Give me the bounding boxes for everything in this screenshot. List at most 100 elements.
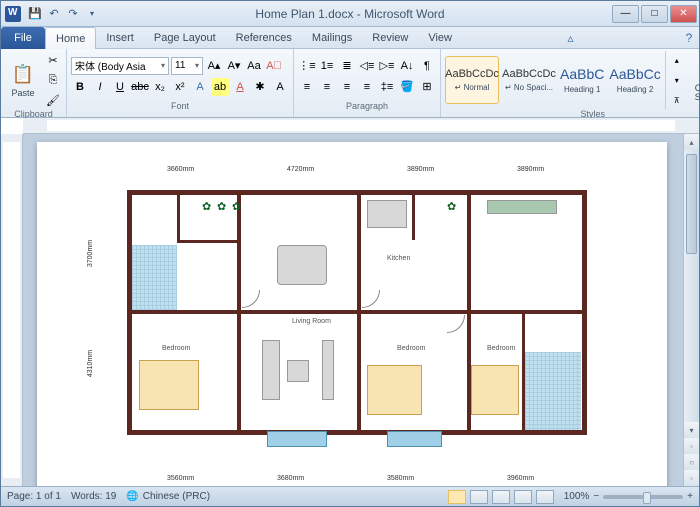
dec-indent-icon[interactable]: ◁≡: [358, 57, 376, 75]
borders-icon[interactable]: ⊞: [418, 78, 436, 96]
grow-font-icon[interactable]: A▴: [205, 57, 223, 75]
app-window: 💾 ↶ ↷ ▾ Home Plan 1.docx - Microsoft Wor…: [0, 0, 700, 507]
line-spacing-icon[interactable]: ‡≡: [378, 78, 396, 96]
vertical-ruler[interactable]: [1, 134, 23, 486]
group-paragraph: ⋮≡ 1≡ ≣ ◁≡ ▷≡ A↓ ¶ ≡ ≡ ≡ ≡ ‡≡ 🪣: [294, 49, 441, 117]
scroll-thumb[interactable]: [686, 154, 697, 254]
qat-dropdown-icon[interactable]: ▾: [84, 6, 100, 22]
word-count[interactable]: Words: 19: [71, 491, 116, 502]
wall: [412, 190, 415, 240]
zoom-out-icon[interactable]: −: [593, 491, 599, 502]
dim-top-2: 4720mm: [287, 166, 314, 173]
font-family-combo[interactable]: 宋体 (Body Asia▾: [71, 57, 169, 75]
vertical-scrollbar[interactable]: ▴ ▾ ◦ ○ ◦: [683, 134, 699, 486]
font-color-icon[interactable]: A: [231, 78, 249, 96]
change-case-icon[interactable]: Aa: [245, 57, 263, 75]
minimize-button[interactable]: —: [612, 5, 639, 23]
kitchen-counter: [487, 200, 557, 214]
close-button[interactable]: ✕: [670, 5, 697, 23]
tab-mailings[interactable]: Mailings: [302, 27, 362, 49]
statusbar: Page: 1 of 1 Words: 19 🌐Chinese (PRC) 10…: [1, 486, 699, 506]
redo-icon[interactable]: ↷: [65, 6, 81, 22]
char-border-icon[interactable]: A: [271, 78, 289, 96]
browse-icon[interactable]: ○: [684, 454, 699, 470]
page: 3660mm 4720mm 3890mm 3890mm 3560mm 3680m…: [37, 142, 667, 486]
maximize-button[interactable]: □: [641, 5, 668, 23]
style-heading1[interactable]: AaBbC Heading 1: [559, 56, 605, 104]
print-layout-icon[interactable]: [448, 490, 466, 504]
bathroom-tile: [132, 245, 177, 310]
tab-review[interactable]: Review: [362, 27, 418, 49]
help-icon[interactable]: ?: [679, 27, 699, 48]
inc-indent-icon[interactable]: ▷≡: [378, 57, 396, 75]
paste-button[interactable]: 📋 Paste: [5, 60, 41, 100]
zoom-in-icon[interactable]: +: [687, 491, 693, 502]
prev-page-icon[interactable]: ◦: [684, 438, 699, 454]
multilevel-icon[interactable]: ≣: [338, 57, 356, 75]
draft-icon[interactable]: [536, 490, 554, 504]
fullscreen-reading-icon[interactable]: [470, 490, 488, 504]
room-label: Living Room: [292, 318, 331, 325]
clear-format-icon[interactable]: A⃠: [265, 57, 283, 75]
ribbon-minimize-icon[interactable]: ▵: [561, 27, 581, 48]
phonetic-icon[interactable]: ✱: [251, 78, 269, 96]
format-painter-icon[interactable]: 🖌: [44, 91, 62, 109]
highlight-icon[interactable]: ab: [211, 78, 229, 96]
font-size-combo[interactable]: 11▾: [171, 57, 203, 75]
view-zoom-group: 100% − +: [448, 490, 693, 504]
align-right-icon[interactable]: ≡: [338, 78, 356, 96]
undo-icon[interactable]: ↶: [46, 6, 62, 22]
style-heading2[interactable]: AaBbCc Heading 2: [608, 56, 661, 104]
save-icon[interactable]: 💾: [27, 6, 43, 22]
copy-icon[interactable]: ⎘: [44, 71, 62, 89]
text-effects-icon[interactable]: A: [191, 78, 209, 96]
change-styles-button[interactable]: Ꭿ Change Styles: [689, 56, 700, 104]
subscript-icon[interactable]: x₂: [151, 78, 169, 96]
numbering-icon[interactable]: 1≡: [318, 57, 336, 75]
tab-page-layout[interactable]: Page Layout: [144, 27, 226, 49]
bullets-icon[interactable]: ⋮≡: [298, 57, 316, 75]
page-viewport[interactable]: 3660mm 4720mm 3890mm 3890mm 3560mm 3680m…: [23, 134, 683, 486]
tab-home[interactable]: Home: [45, 27, 96, 49]
align-center-icon[interactable]: ≡: [318, 78, 336, 96]
window: [387, 431, 442, 447]
italic-icon[interactable]: I: [91, 78, 109, 96]
zoom-level[interactable]: 100%: [564, 491, 590, 502]
underline-icon[interactable]: U: [111, 78, 129, 96]
wall: [467, 190, 471, 314]
strike-icon[interactable]: abc: [131, 78, 149, 96]
outline-icon[interactable]: [514, 490, 532, 504]
style-expand-icon[interactable]: ⊼: [668, 91, 686, 109]
tab-references[interactable]: References: [226, 27, 302, 49]
justify-icon[interactable]: ≡: [358, 78, 376, 96]
align-left-icon[interactable]: ≡: [298, 78, 316, 96]
horizontal-ruler[interactable]: [23, 118, 699, 134]
tab-file[interactable]: File: [1, 27, 45, 49]
next-page-icon[interactable]: ◦: [684, 470, 699, 486]
scroll-down-icon[interactable]: ▾: [684, 422, 699, 438]
style-normal[interactable]: AaBbCcDc ↵ Normal: [445, 56, 499, 104]
style-scroll-up-icon[interactable]: ▴: [668, 51, 686, 69]
floorplan-drawing[interactable]: 3660mm 4720mm 3890mm 3890mm 3560mm 3680m…: [67, 160, 637, 484]
shrink-font-icon[interactable]: A▾: [225, 57, 243, 75]
room-label: Bedroom: [487, 345, 515, 352]
style-scroll-down-icon[interactable]: ▾: [668, 71, 686, 89]
page-count[interactable]: Page: 1 of 1: [7, 491, 61, 502]
scroll-up-icon[interactable]: ▴: [684, 134, 699, 150]
shading-icon[interactable]: 🪣: [398, 78, 416, 96]
tab-insert[interactable]: Insert: [96, 27, 144, 49]
paste-icon: 📋: [11, 62, 35, 86]
scroll-track[interactable]: [684, 150, 699, 422]
cut-icon[interactable]: ✂: [44, 51, 62, 69]
tab-view[interactable]: View: [418, 27, 462, 49]
superscript-icon[interactable]: x²: [171, 78, 189, 96]
bold-icon[interactable]: B: [71, 78, 89, 96]
style-no-spacing[interactable]: AaBbCcDc ↵ No Spaci...: [502, 56, 556, 104]
sort-icon[interactable]: A↓: [398, 57, 416, 75]
zoom-slider[interactable]: [603, 495, 683, 499]
web-layout-icon[interactable]: [492, 490, 510, 504]
show-marks-icon[interactable]: ¶: [418, 57, 436, 75]
language-indicator[interactable]: 🌐Chinese (PRC): [126, 491, 210, 502]
window-controls: — □ ✕: [612, 5, 699, 23]
bed: [139, 360, 199, 410]
